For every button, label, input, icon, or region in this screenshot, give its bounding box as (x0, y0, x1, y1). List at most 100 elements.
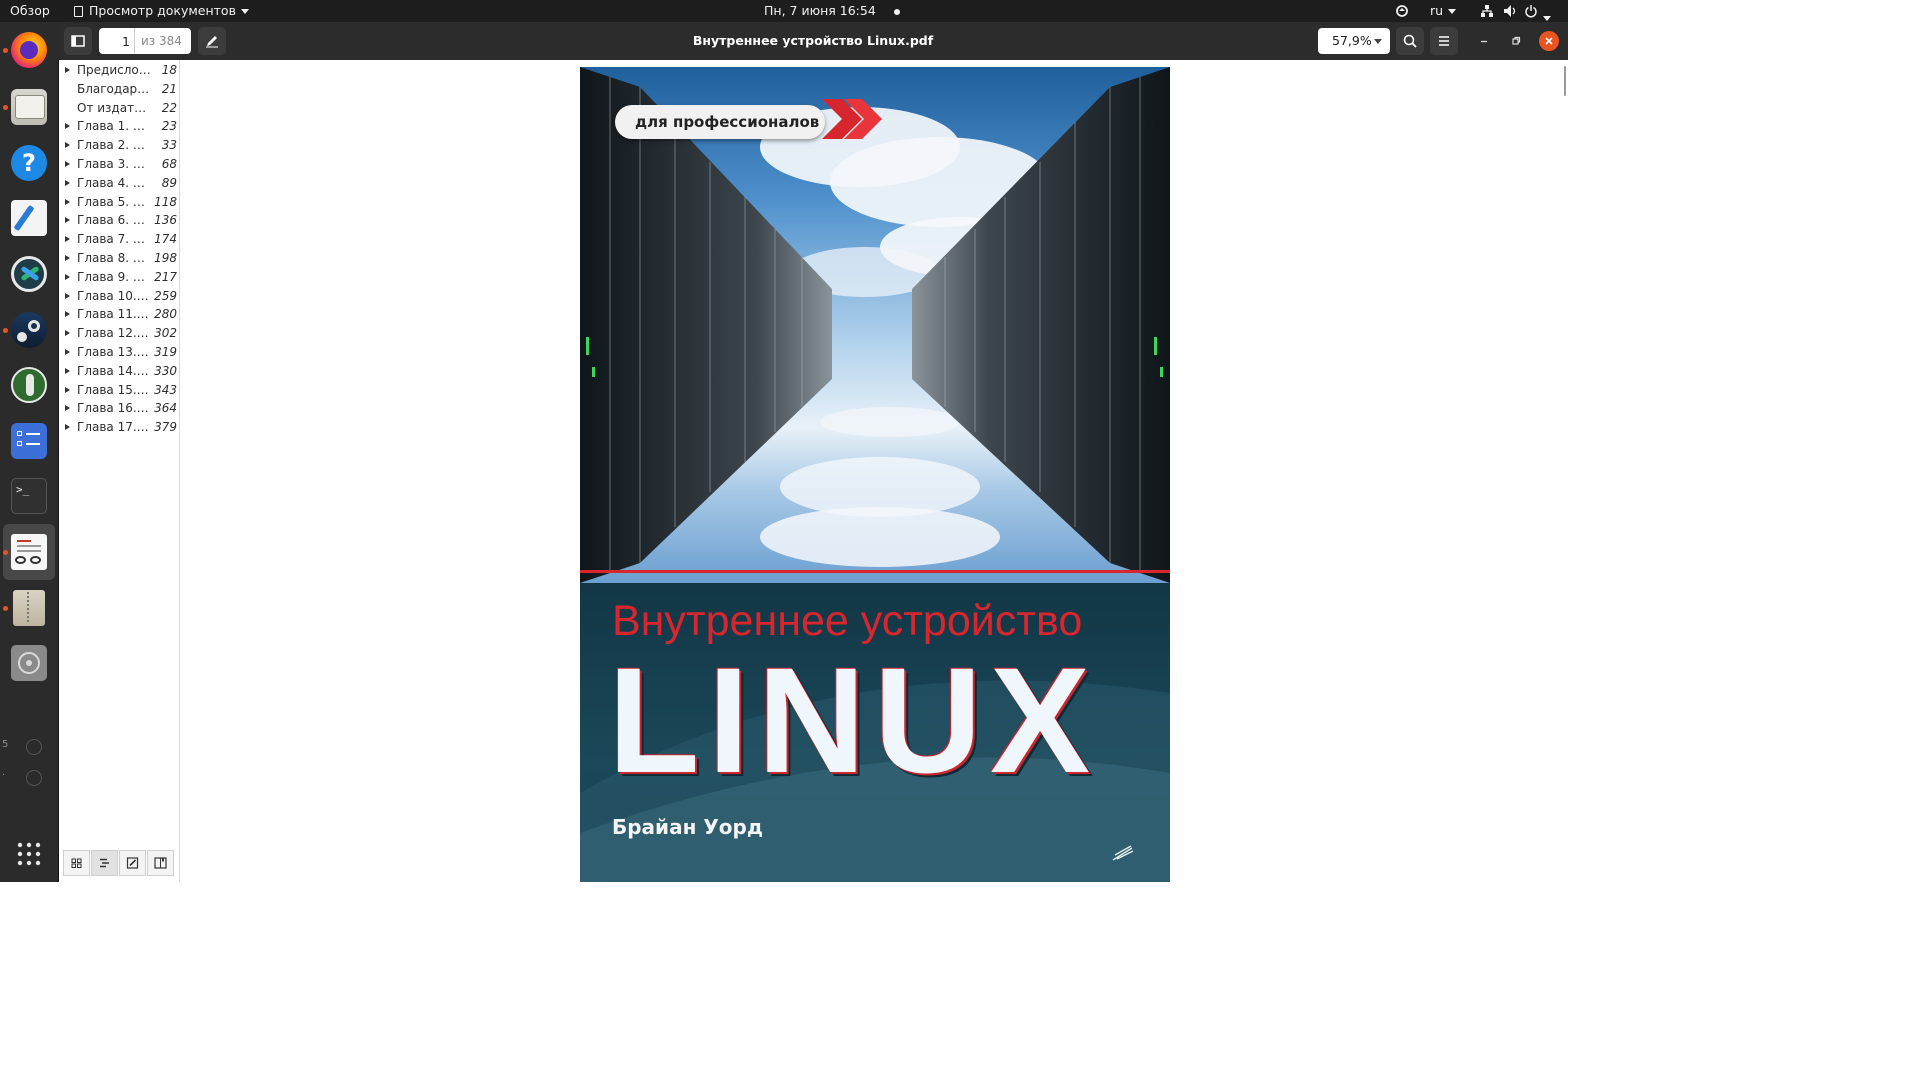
tasks-launcher[interactable] (0, 413, 58, 469)
outline-item[interactable]: Глава 8. П… 198 (59, 249, 179, 268)
expand-arrow-icon[interactable] (65, 142, 70, 149)
expand-arrow-icon[interactable] (65, 255, 70, 261)
expand-arrow-icon[interactable] (65, 161, 70, 167)
activities-button[interactable]: Обзор (10, 0, 50, 22)
expand-arrow-icon[interactable] (65, 273, 70, 280)
outline-item[interactable]: Глава 1. О… 23 (59, 117, 179, 136)
outline-item[interactable]: Благодарности 21 (59, 80, 179, 99)
outline-tab[interactable] (91, 850, 118, 876)
dock: ? >_ 5 · (0, 22, 59, 882)
text-editor-launcher[interactable] (0, 190, 58, 246)
outline-item-page: 21 (161, 81, 177, 96)
close-button[interactable] (1539, 31, 1559, 51)
text-editor-icon (11, 200, 47, 236)
outline-item[interactable]: Глава 9. П… 217 (59, 268, 179, 287)
steam-launcher[interactable] (0, 302, 58, 358)
notification-dot-icon (893, 8, 900, 15)
expand-arrow-icon[interactable] (65, 405, 70, 412)
expand-arrow-icon[interactable] (65, 349, 70, 355)
power-icon[interactable] (1525, 0, 1551, 22)
outline-item-page: 23 (161, 119, 177, 134)
language-menu[interactable]: ru (1430, 0, 1457, 22)
outline-item-label: Глава 1. О… (77, 119, 151, 134)
eject-icon[interactable] (26, 739, 42, 755)
zoom-select[interactable]: 57,9% (1318, 28, 1390, 54)
outline-item-label: Глава 16. В… (77, 401, 151, 416)
keepassxc-launcher[interactable] (0, 357, 58, 413)
terminal-icon: >_ (11, 478, 47, 514)
outline-item[interactable]: Глава 11. В…280 (59, 305, 179, 324)
help-launcher[interactable]: ? (0, 135, 58, 191)
expand-arrow-icon[interactable] (65, 217, 70, 224)
outline-item[interactable]: Глава 2. Ос… 33 (59, 136, 179, 155)
sidebar-toggle-button[interactable] (64, 27, 92, 55)
clock[interactable]: Пн, 7 июня 16:54 (764, 0, 900, 22)
grid-icon (71, 858, 82, 868)
disk-launcher[interactable] (0, 635, 58, 691)
expand-arrow-icon[interactable] (65, 311, 70, 318)
app-menu[interactable]: Просмотр документов (74, 0, 249, 22)
page-number-input[interactable] (99, 28, 135, 54)
outline-item-label: Глава 7. Ко… (77, 232, 151, 247)
volume-icon[interactable] (1503, 0, 1517, 22)
network-icon[interactable] (1480, 0, 1494, 22)
expand-arrow-icon[interactable] (65, 424, 70, 431)
outline-item[interactable]: Глава 16. В…364 (59, 399, 179, 418)
header-bar: из 384 Внутреннее устройство Linux.pdf 5… (58, 22, 1568, 60)
thumbnails-tab[interactable] (63, 850, 90, 876)
eject-icon[interactable] (26, 770, 42, 786)
expand-arrow-icon[interactable] (65, 198, 70, 205)
expand-arrow-icon[interactable] (65, 292, 70, 299)
restore-button[interactable] (1506, 31, 1526, 51)
remote-desktop-launcher[interactable] (0, 246, 58, 302)
scrollbar[interactable] (1562, 66, 1568, 96)
minimize-button[interactable] (1474, 31, 1494, 51)
archive-manager-launcher[interactable] (0, 580, 58, 636)
annotations-tab[interactable] (119, 850, 146, 876)
outline-item[interactable]: Глава 10. С…259 (59, 287, 179, 306)
outline-item-label: Глава 4. Д… (77, 175, 151, 190)
tasks-icon (11, 423, 47, 459)
minimize-icon (1481, 40, 1487, 43)
outline-item-page: 379 (154, 420, 177, 435)
outline-item[interactable]: Глава 14. К…330 (59, 362, 179, 381)
outline-item-page: 18 (161, 63, 177, 77)
expand-arrow-icon[interactable] (65, 386, 70, 393)
menu-button[interactable] (1430, 27, 1458, 55)
chevron-right-icon (822, 99, 882, 139)
outline-item[interactable]: Глава 13. П…319 (59, 343, 179, 362)
cover-series-label: для профессионалов (615, 105, 825, 139)
top-bar: Обзор Просмотр документов Пн, 7 июня 16:… (0, 0, 1568, 22)
outline-item-label: Глава 2. Ос… (77, 138, 151, 153)
firefox-launcher[interactable] (0, 22, 58, 78)
outline-item[interactable]: Глава 5. Ка…118 (59, 193, 179, 212)
outline-item[interactable]: Глава 6. Ка…136 (59, 211, 179, 230)
expand-arrow-icon[interactable] (65, 236, 70, 243)
files-launcher[interactable] (0, 79, 58, 135)
search-button[interactable] (1396, 27, 1424, 55)
show-apps-grid-icon[interactable] (17, 842, 41, 866)
sync-icon[interactable] (1396, 0, 1408, 22)
document-viewer-launcher[interactable] (3, 524, 55, 580)
outline-item[interactable]: Глава 3. Ус… 68 (59, 155, 179, 174)
document-icon (74, 6, 83, 17)
outline-item[interactable]: Глава 7. Ко…174 (59, 230, 179, 249)
expand-arrow-icon[interactable] (65, 179, 70, 186)
outline-item[interactable]: Глава 12. П…302 (59, 324, 179, 343)
outline-item-label: Благодарности (77, 81, 151, 96)
outline-item[interactable]: Глава 4. Д… 89 (59, 174, 179, 193)
outline-item[interactable]: От издательства 22 (59, 99, 179, 118)
outline-item-page: 174 (154, 232, 177, 247)
outline-item[interactable]: Глава 17. С…379 (59, 418, 179, 437)
dock-side-number: · (2, 770, 6, 781)
outline-item[interactable]: Предисловие 18 (59, 61, 179, 80)
keepassxc-icon (11, 367, 47, 403)
expand-arrow-icon[interactable] (65, 123, 70, 130)
bookmarks-tab[interactable] (147, 850, 174, 876)
annotate-button[interactable] (198, 27, 226, 55)
expand-arrow-icon[interactable] (65, 367, 70, 374)
outline-item[interactable]: Глава 15. … 343 (59, 381, 179, 400)
expand-arrow-icon[interactable] (65, 330, 70, 337)
terminal-launcher[interactable]: >_ (0, 468, 58, 524)
expand-arrow-icon[interactable] (65, 67, 70, 73)
